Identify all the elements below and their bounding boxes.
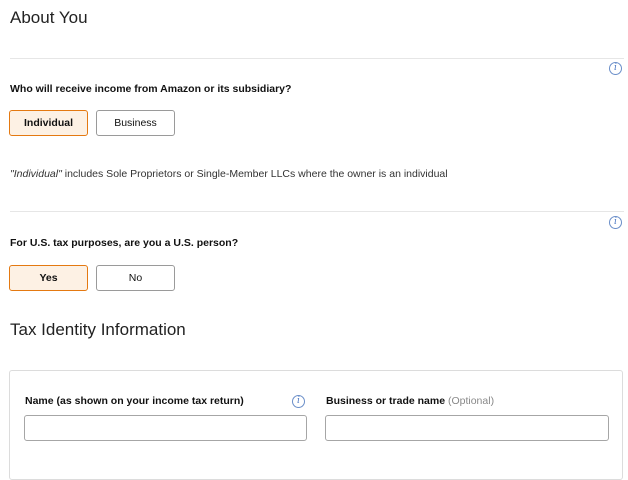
name-input[interactable]	[24, 415, 307, 441]
name-field-label: Name (as shown on your income tax return…	[25, 395, 244, 407]
info-icon[interactable]: i	[609, 62, 622, 75]
about-you-title: About You	[10, 8, 88, 27]
individual-note-text: includes Sole Proprietors or Single-Memb…	[61, 168, 448, 180]
business-button[interactable]: Business	[96, 110, 175, 136]
individual-note: "Individual" includes Sole Proprietors o…	[10, 168, 448, 180]
yes-button[interactable]: Yes	[9, 265, 88, 291]
business-name-label-text: Business or trade name	[326, 395, 446, 407]
tax-identity-title: Tax Identity Information	[10, 320, 186, 339]
us-person-question: For U.S. tax purposes, are you a U.S. pe…	[10, 237, 239, 249]
info-icon[interactable]: i	[609, 216, 622, 229]
no-button[interactable]: No	[96, 265, 175, 291]
business-name-input[interactable]	[325, 415, 609, 441]
individual-button[interactable]: Individual	[9, 110, 88, 136]
info-icon[interactable]: i	[292, 395, 305, 408]
individual-note-term: "Individual"	[10, 168, 62, 180]
divider	[10, 211, 624, 212]
business-name-label: Business or trade name (Optional)	[326, 395, 494, 407]
divider	[10, 58, 624, 59]
optional-tag: (Optional)	[447, 395, 495, 407]
tax-identity-panel: Name (as shown on your income tax return…	[9, 370, 623, 480]
income-recipient-question: Who will receive income from Amazon or i…	[10, 83, 292, 95]
